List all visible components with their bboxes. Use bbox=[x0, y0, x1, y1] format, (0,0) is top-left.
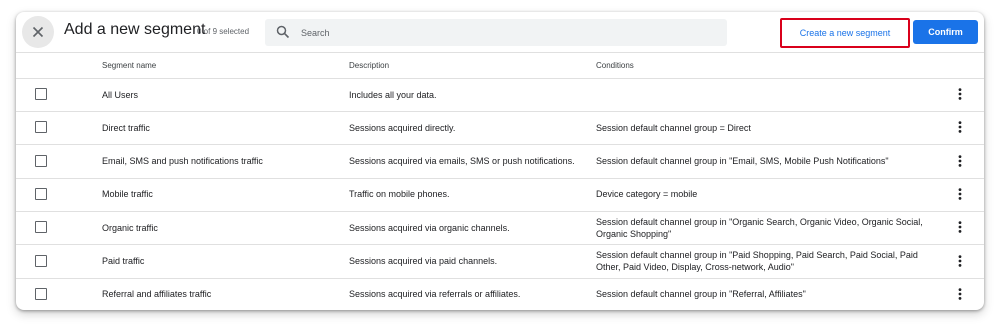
row-menu-button[interactable] bbox=[954, 153, 966, 169]
segment-name: Organic traffic bbox=[102, 222, 158, 233]
column-header-segment-name: Segment name bbox=[102, 61, 157, 70]
more-vert-icon bbox=[958, 121, 962, 134]
row-menu-button[interactable] bbox=[954, 186, 966, 202]
selected-count: 0 of 9 selected bbox=[197, 27, 250, 36]
segment-conditions bbox=[596, 78, 936, 111]
row-checkbox[interactable] bbox=[35, 154, 47, 167]
row-checkbox[interactable] bbox=[35, 287, 47, 300]
segment-description: Traffic on mobile phones. bbox=[349, 189, 450, 200]
segment-description: Sessions acquired via emails, SMS or pus… bbox=[349, 156, 575, 167]
more-vert-icon bbox=[958, 88, 962, 100]
segment-conditions: Device category = mobile bbox=[596, 189, 698, 200]
segment-name: Email, SMS and push notifications traffi… bbox=[102, 156, 263, 167]
segment-description: Sessions acquired via organic channels. bbox=[349, 222, 510, 233]
row-checkbox[interactable] bbox=[35, 88, 47, 100]
segment-name: Direct traffic bbox=[102, 122, 150, 133]
segment-description: Sessions acquired via referrals or affil… bbox=[349, 289, 521, 300]
search-icon bbox=[276, 25, 290, 39]
table-row[interactable]: Email, SMS and push notifications traffi… bbox=[16, 145, 984, 179]
segment-name: Paid traffic bbox=[102, 256, 145, 266]
column-header-conditions: Conditions bbox=[596, 61, 634, 70]
more-vert-icon bbox=[958, 154, 962, 167]
dialog-header: Add a new segment 0 of 9 selected Create… bbox=[16, 12, 984, 53]
more-vert-icon bbox=[958, 287, 962, 300]
row-checkbox[interactable] bbox=[35, 221, 47, 234]
table-row[interactable]: Direct traffic Sessions acquired directly… bbox=[16, 111, 984, 146]
segment-conditions: Session default channel group in "Email,… bbox=[596, 156, 889, 167]
row-checkbox[interactable] bbox=[35, 187, 47, 200]
more-vert-icon bbox=[958, 188, 962, 200]
search-bar[interactable] bbox=[265, 19, 727, 46]
search-input[interactable] bbox=[301, 19, 711, 46]
segment-conditions: Session default channel group in "Organi… bbox=[596, 216, 923, 239]
segment-description: Includes all your data. bbox=[349, 89, 437, 100]
row-menu-button[interactable] bbox=[954, 253, 966, 269]
row-menu-button[interactable] bbox=[954, 286, 966, 302]
segment-conditions: Session default channel group = Direct bbox=[596, 122, 751, 133]
segment-description: Sessions acquired via paid channels. bbox=[349, 256, 498, 266]
segment-conditions: Session default channel group in "Paid S… bbox=[596, 250, 918, 272]
table-row[interactable]: Paid traffic Sessions acquired via paid c… bbox=[16, 245, 984, 279]
dialog-title: Add a new segment bbox=[64, 21, 206, 38]
close-icon bbox=[32, 26, 44, 38]
row-menu-button[interactable] bbox=[954, 219, 966, 235]
table-row[interactable]: Organic traffic Sessions acquired via org… bbox=[16, 211, 984, 246]
table-row[interactable]: Referral and affiliates traffic Sessions … bbox=[16, 278, 984, 310]
confirm-button[interactable]: Confirm bbox=[913, 20, 978, 44]
row-checkbox[interactable] bbox=[35, 254, 47, 267]
segment-conditions: Session default channel group in "Referr… bbox=[596, 289, 806, 300]
create-new-segment-button[interactable]: Create a new segment bbox=[780, 18, 910, 48]
row-menu-button[interactable] bbox=[954, 86, 966, 102]
close-button[interactable] bbox=[22, 16, 54, 48]
segment-description: Sessions acquired directly. bbox=[349, 122, 456, 133]
table-header: Segment name Description Conditions bbox=[16, 52, 984, 79]
table-row[interactable]: All Users Includes all your data. bbox=[16, 78, 984, 112]
column-header-description: Description bbox=[349, 61, 390, 70]
more-vert-icon bbox=[958, 221, 962, 233]
segment-name: Referral and affiliates traffic bbox=[102, 289, 212, 300]
table-row[interactable]: Mobile traffic Traffic on mobile phones. D… bbox=[16, 178, 984, 212]
segment-name: All Users bbox=[102, 89, 139, 100]
more-vert-icon bbox=[958, 254, 962, 267]
row-checkbox[interactable] bbox=[35, 121, 47, 134]
add-segment-dialog: Add a new segment 0 of 9 selected Create… bbox=[16, 12, 984, 310]
row-menu-button[interactable] bbox=[954, 119, 966, 135]
segment-name: Mobile traffic bbox=[102, 189, 153, 200]
